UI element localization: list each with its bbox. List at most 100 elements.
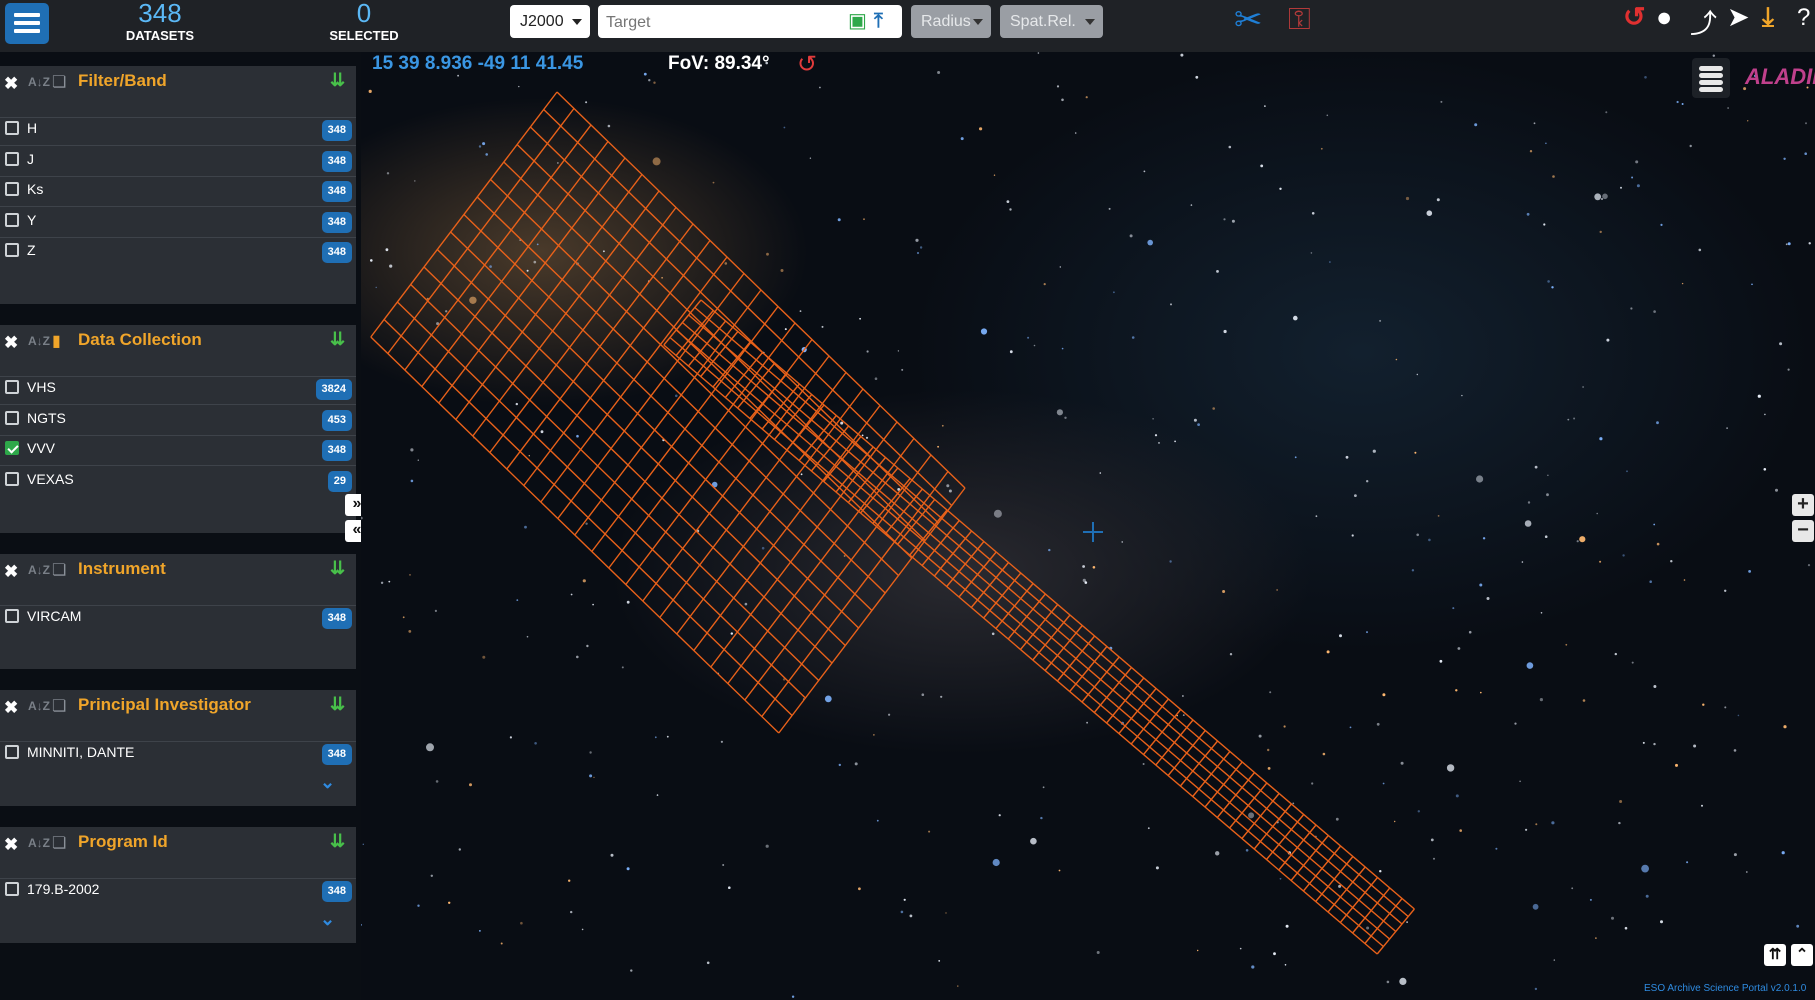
lightbulb-icon[interactable]: ● [1656, 2, 1672, 33]
bookmark-icon[interactable]: ❏ [52, 696, 66, 716]
star [469, 296, 477, 304]
checkbox[interactable] [5, 213, 19, 227]
reset-icon[interactable]: ↺ [1623, 2, 1646, 33]
star [1589, 898, 1592, 901]
footprint-grid-line [669, 336, 1384, 948]
radius-select[interactable]: Radius [911, 5, 991, 38]
close-icon[interactable]: ✖ [4, 74, 18, 94]
star [1702, 703, 1705, 706]
checkbox-checked[interactable] [5, 441, 19, 455]
sort-alpha-icon[interactable]: A↓Z [28, 836, 50, 850]
star [1480, 691, 1482, 694]
checkbox[interactable] [5, 882, 19, 896]
footprint-grid-line [503, 161, 913, 559]
survey-footprint-grid[interactable] [370, 91, 1415, 955]
star [1635, 160, 1639, 164]
facet-row[interactable]: H 348 [0, 115, 356, 146]
sort-count-icon[interactable]: ⇊ [330, 831, 345, 852]
target-input[interactable] [598, 5, 843, 40]
scissors-icon[interactable]: ✂ [1234, 0, 1263, 40]
close-icon[interactable]: ✖ [4, 562, 18, 582]
star [1283, 725, 1286, 728]
checkbox[interactable] [5, 380, 19, 394]
checkbox[interactable] [5, 152, 19, 166]
sort-count-icon[interactable]: ⇊ [330, 70, 345, 91]
sort-alpha-icon[interactable]: A↓Z [28, 699, 50, 713]
star [1269, 691, 1272, 694]
checkbox[interactable] [5, 745, 19, 759]
help-icon[interactable]: ? [1797, 4, 1810, 32]
sort-count-icon[interactable]: ⇊ [330, 329, 345, 350]
star [1108, 207, 1111, 210]
sky-viewer[interactable] [361, 52, 1815, 1000]
footprint-grid-line [410, 283, 820, 682]
star [948, 489, 952, 493]
frame-select[interactable]: J2000 [510, 5, 590, 38]
bookmark-icon[interactable]: ❏ [52, 833, 66, 853]
key-icon[interactable]: ⚿ [1288, 3, 1311, 37]
star [1546, 493, 1549, 497]
star [1158, 442, 1160, 444]
star [1479, 583, 1483, 587]
chevron-down-icon[interactable]: ⌄ [320, 772, 335, 793]
checkbox[interactable] [5, 121, 19, 135]
facet-row[interactable]: VVV 348 [0, 435, 356, 466]
close-icon[interactable]: ✖ [4, 835, 18, 855]
facet-row[interactable]: Z 348 [0, 237, 356, 267]
star [957, 985, 959, 987]
double-chevron-up-icon[interactable]: ⇈ [1764, 944, 1786, 966]
reset-view-icon[interactable]: ↺ [797, 50, 817, 79]
share-icon[interactable]: ⤴ [1690, 2, 1717, 41]
menu-icon[interactable] [5, 3, 49, 44]
zoom-in-icon[interactable]: + [1792, 494, 1814, 516]
radius-label: Radius [921, 13, 971, 30]
chevron-down-icon[interactable]: ⌄ [320, 909, 335, 930]
footprint-bulge[interactable] [370, 91, 966, 734]
star [1461, 394, 1463, 397]
facet-row[interactable]: VIRCAM 348 [0, 603, 356, 633]
star [1781, 851, 1785, 855]
bookmark-icon[interactable]: ▮ [52, 331, 61, 351]
chevron-up-icon[interactable]: ⌃ [1791, 944, 1813, 966]
sort-alpha-icon[interactable]: A↓Z [28, 75, 50, 89]
select-region-icon[interactable]: ▣ [848, 5, 867, 38]
close-icon[interactable]: ✖ [4, 333, 18, 353]
star [1406, 921, 1408, 923]
facet-row[interactable]: NGTS 453 [0, 405, 356, 436]
facet-row[interactable]: Y 348 [0, 207, 356, 238]
sky-canvas[interactable] [361, 52, 1815, 1000]
spatrel-label: Spat.Rel. [1010, 13, 1076, 30]
download-icon[interactable]: ⤓ [1762, 2, 1774, 34]
star [370, 259, 373, 262]
checkbox[interactable] [5, 411, 19, 425]
zoom-out-icon[interactable]: − [1792, 520, 1814, 542]
layers-icon[interactable] [1692, 58, 1730, 98]
facet-row[interactable]: VEXAS 29 [0, 466, 356, 496]
upload-icon[interactable]: ⤒ [874, 5, 883, 38]
star [1681, 103, 1684, 105]
checkbox[interactable] [5, 609, 19, 623]
bookmark-icon[interactable]: ❏ [52, 72, 66, 92]
star [1292, 802, 1295, 805]
footprint-disk[interactable] [663, 299, 1415, 955]
sort-count-icon[interactable]: ⇊ [330, 694, 345, 715]
checkbox[interactable] [5, 182, 19, 196]
checkbox[interactable] [5, 472, 19, 486]
sort-alpha-icon[interactable]: A↓Z [28, 334, 50, 348]
spatrel-select[interactable]: Spat.Rel. [1000, 5, 1103, 38]
facet-row[interactable]: Ks 348 [0, 176, 356, 207]
facet-row[interactable]: J 348 [0, 146, 356, 177]
facet-row[interactable]: MINNITI, DANTE 348 [0, 739, 356, 769]
facet-row[interactable]: 179.B-2002 348 [0, 876, 356, 906]
sort-count-icon[interactable]: ⇊ [330, 558, 345, 579]
star [1366, 926, 1370, 930]
star [434, 609, 437, 613]
close-icon[interactable]: ✖ [4, 698, 18, 718]
sort-alpha-icon[interactable]: A↓Z [28, 563, 50, 577]
star [1147, 827, 1150, 830]
rocket-icon[interactable]: ➤ [1727, 2, 1750, 33]
bookmark-icon[interactable]: ❏ [52, 560, 66, 580]
checkbox[interactable] [5, 243, 19, 257]
facet-row[interactable]: VHS 3824 [0, 374, 356, 405]
chevron-down-icon [1085, 19, 1095, 25]
